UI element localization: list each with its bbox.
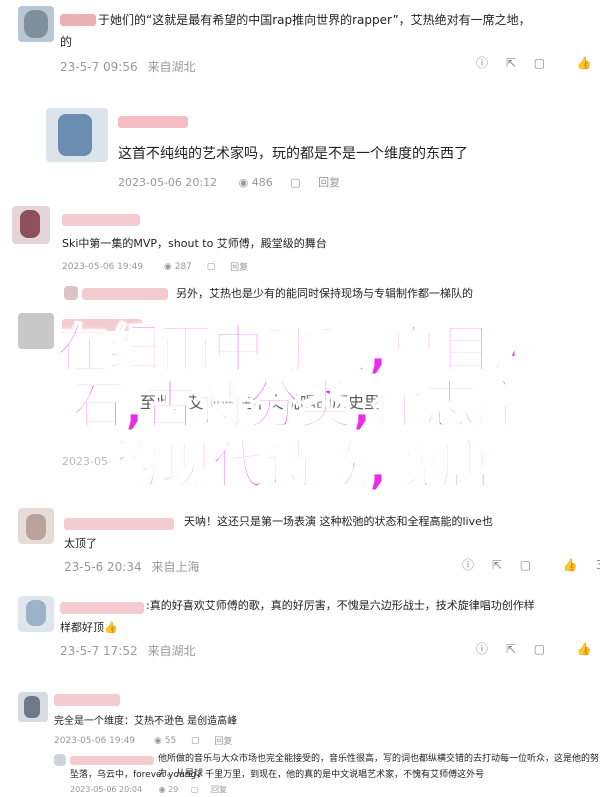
reply-link[interactable]: 回复 — [230, 260, 248, 273]
comment-date: 2023-05-06 20:12 — [118, 175, 218, 189]
comment-text-cont: 的 — [60, 35, 73, 49]
eye-icon: ◉ — [153, 735, 162, 746]
eye-icon: ◉ — [158, 785, 166, 794]
overlay-title-line-1: 在细雨中呼喊,夏目漱 — [55, 320, 545, 380]
sub-username-blurred[interactable] — [70, 756, 154, 765]
comment-meta: 23-5-6 20:34 来自上海 — [64, 558, 199, 575]
like-count: 32 — [595, 557, 600, 572]
thumb-up-icon: 👍 — [576, 641, 592, 656]
sub-comment-meta: 2023-05-06 20:04 ◉ 29 ▢ 回复 — [70, 784, 227, 795]
comment-icon[interactable]: ▢ — [534, 642, 545, 656]
comment-location: 来自上海 — [151, 560, 200, 574]
comment-3: Ski中第一集的MVP，shout to 艾师傅，殿堂级的舞台 2023-05-… — [0, 200, 600, 305]
sub-comment-date: 2023-05-06 20:04 — [70, 785, 143, 794]
comment-date: 23-5-7 17:52 — [60, 643, 138, 658]
overlay-title-line-2: 石,古诗分类,徐志摩 — [71, 376, 529, 436]
eye-icon: ◉ — [238, 175, 249, 189]
comment-date: 2023-05-06 19:49 — [54, 735, 136, 746]
username-blurred[interactable] — [62, 214, 140, 226]
view-count: 55 — [164, 735, 177, 746]
avatar[interactable] — [12, 206, 50, 244]
info-icon[interactable]: ⓘ — [476, 54, 488, 71]
share-icon[interactable]: ⇱ — [506, 642, 516, 656]
comment-actions: ⓘ ⇱ ▢ 👍 32 — [448, 556, 600, 573]
comment-icon[interactable]: ▢ — [520, 558, 531, 572]
thumb-up-icon: 👍 — [562, 557, 578, 572]
reply-link[interactable]: 回复 — [214, 734, 232, 747]
avatar[interactable] — [18, 596, 54, 632]
comment-text: 于她们的“这就是最有希望的中国rap推向世界的rapper”，艾热绝对有一席之地… — [98, 13, 531, 27]
comment-text: Ski中第一集的MVP，shout to 艾师傅，殿堂级的舞台 — [62, 237, 327, 250]
comment-icon[interactable]: ▢ — [191, 785, 199, 794]
sub-comment-text: 另外，艾热也是少有的能同时保持现场与专辑制作都一梯队的 — [176, 287, 473, 300]
thumb-up-icon: 👍 — [576, 55, 592, 70]
eye-icon: ◉ — [163, 261, 172, 272]
avatar[interactable] — [18, 692, 48, 722]
view-count: 287 — [174, 261, 192, 272]
share-icon[interactable]: ⇱ — [506, 56, 516, 70]
comment-meta: 2023-05-06 19:49 ◉ 55 ▢ 回复 — [54, 734, 232, 748]
sub-comment-text-cont: 坠落，乌云中，forever young，千里万里，到现在，他的真的是中文说唱艺… — [70, 770, 485, 780]
sub-view-count: 29 — [168, 785, 179, 794]
comment-date: 2023-05-06 19:49 — [62, 261, 144, 272]
comment-meta: 2023-05-06 19:49 ◉ 287 ▢ 回复 — [62, 260, 248, 274]
sub-reply-link[interactable]: 回复 — [211, 784, 227, 795]
comment-icon[interactable]: ▢ — [290, 176, 300, 189]
comment-5: 天呐！这还只是第一场表演 这种松弛的状态和全程高能的live也 太顶了 23-5… — [0, 500, 600, 590]
comment-text: 这首不纯纯的艺术家吗，玩的都是不是一个维度的东西了 — [118, 146, 468, 162]
comment-icon[interactable]: ▢ — [534, 56, 545, 70]
view-count: 486 — [251, 175, 273, 189]
username-blurred[interactable] — [64, 518, 174, 530]
username-blurred[interactable] — [60, 14, 96, 26]
comment-6: :真的好喜欢艾师傅的歌，真的好厉害，不愧是六边形战士，技术旋律唱功创作样 样都好… — [0, 590, 600, 680]
comment-meta: 2023-05-06 20:12 ◉ 486 ▢ 回复 — [118, 174, 340, 190]
avatar[interactable] — [18, 508, 54, 544]
comment-meta: 23-5-7 17:52 来自湖北 — [60, 642, 195, 659]
comment-meta: 23-5-7 09:56 来自湖北 — [60, 58, 195, 75]
comment-text: 完全是一个维度：艾热不逊色 是创造高峰 — [54, 716, 238, 727]
comment-text: :真的好喜欢艾师傅的歌，真的好厉害，不愧是六边形战士，技术旋律唱功创作样 — [146, 599, 535, 612]
share-icon[interactable]: ⇱ — [492, 558, 502, 572]
comment-1: 于她们的“这就是最有希望的中国rap推向世界的rapper”，艾热绝对有一席之地… — [0, 0, 600, 90]
info-icon[interactable]: ⓘ — [462, 556, 474, 573]
sub-avatar[interactable] — [54, 754, 66, 766]
username-blurred[interactable] — [118, 116, 188, 128]
comment-2: 这首不纯纯的艺术家吗，玩的都是不是一个维度的东西了 2023-05-06 20:… — [0, 96, 600, 200]
comment-text-cont: 太顶了 — [64, 537, 97, 550]
like-button[interactable]: 👍 — [563, 641, 592, 656]
comment-icon[interactable]: ▢ — [191, 736, 200, 746]
sub-avatar[interactable] — [64, 286, 78, 300]
comment-location: 来自湖北 — [147, 60, 196, 74]
username-blurred[interactable] — [60, 602, 144, 614]
reply-link[interactable]: 回复 — [318, 174, 340, 190]
username-blurred[interactable] — [54, 694, 120, 706]
comment-date: 23-5-7 09:56 — [60, 59, 138, 74]
like-button[interactable]: 👍 32 — [549, 557, 600, 572]
comment-text: 天呐！这还只是第一场表演 这种松弛的状态和全程高能的live也 — [184, 515, 493, 528]
comment-actions: ⓘ ⇱ ▢ 👍 8 — [462, 54, 600, 71]
comment-text-cont: 样都好顶👍 — [60, 621, 118, 634]
info-icon[interactable]: ⓘ — [476, 640, 488, 657]
comment-location: 来自湖北 — [147, 644, 196, 658]
avatar[interactable] — [46, 108, 108, 162]
overlay-title-line-3: 的现代诗歌,晚唐 — [107, 436, 493, 496]
comment-date: 23-5-6 20:34 — [64, 559, 142, 574]
comment-actions: ⓘ ⇱ ▢ 👍 — [462, 640, 592, 657]
comment-icon[interactable]: ▢ — [207, 262, 216, 272]
comment-7: 完全是一个维度：艾热不逊色 是创造高峰 2023-05-06 19:49 ◉ 5… — [0, 680, 600, 797]
like-button[interactable]: 👍 8 — [563, 55, 600, 70]
avatar[interactable] — [18, 6, 54, 42]
sub-username-blurred[interactable] — [82, 288, 168, 300]
